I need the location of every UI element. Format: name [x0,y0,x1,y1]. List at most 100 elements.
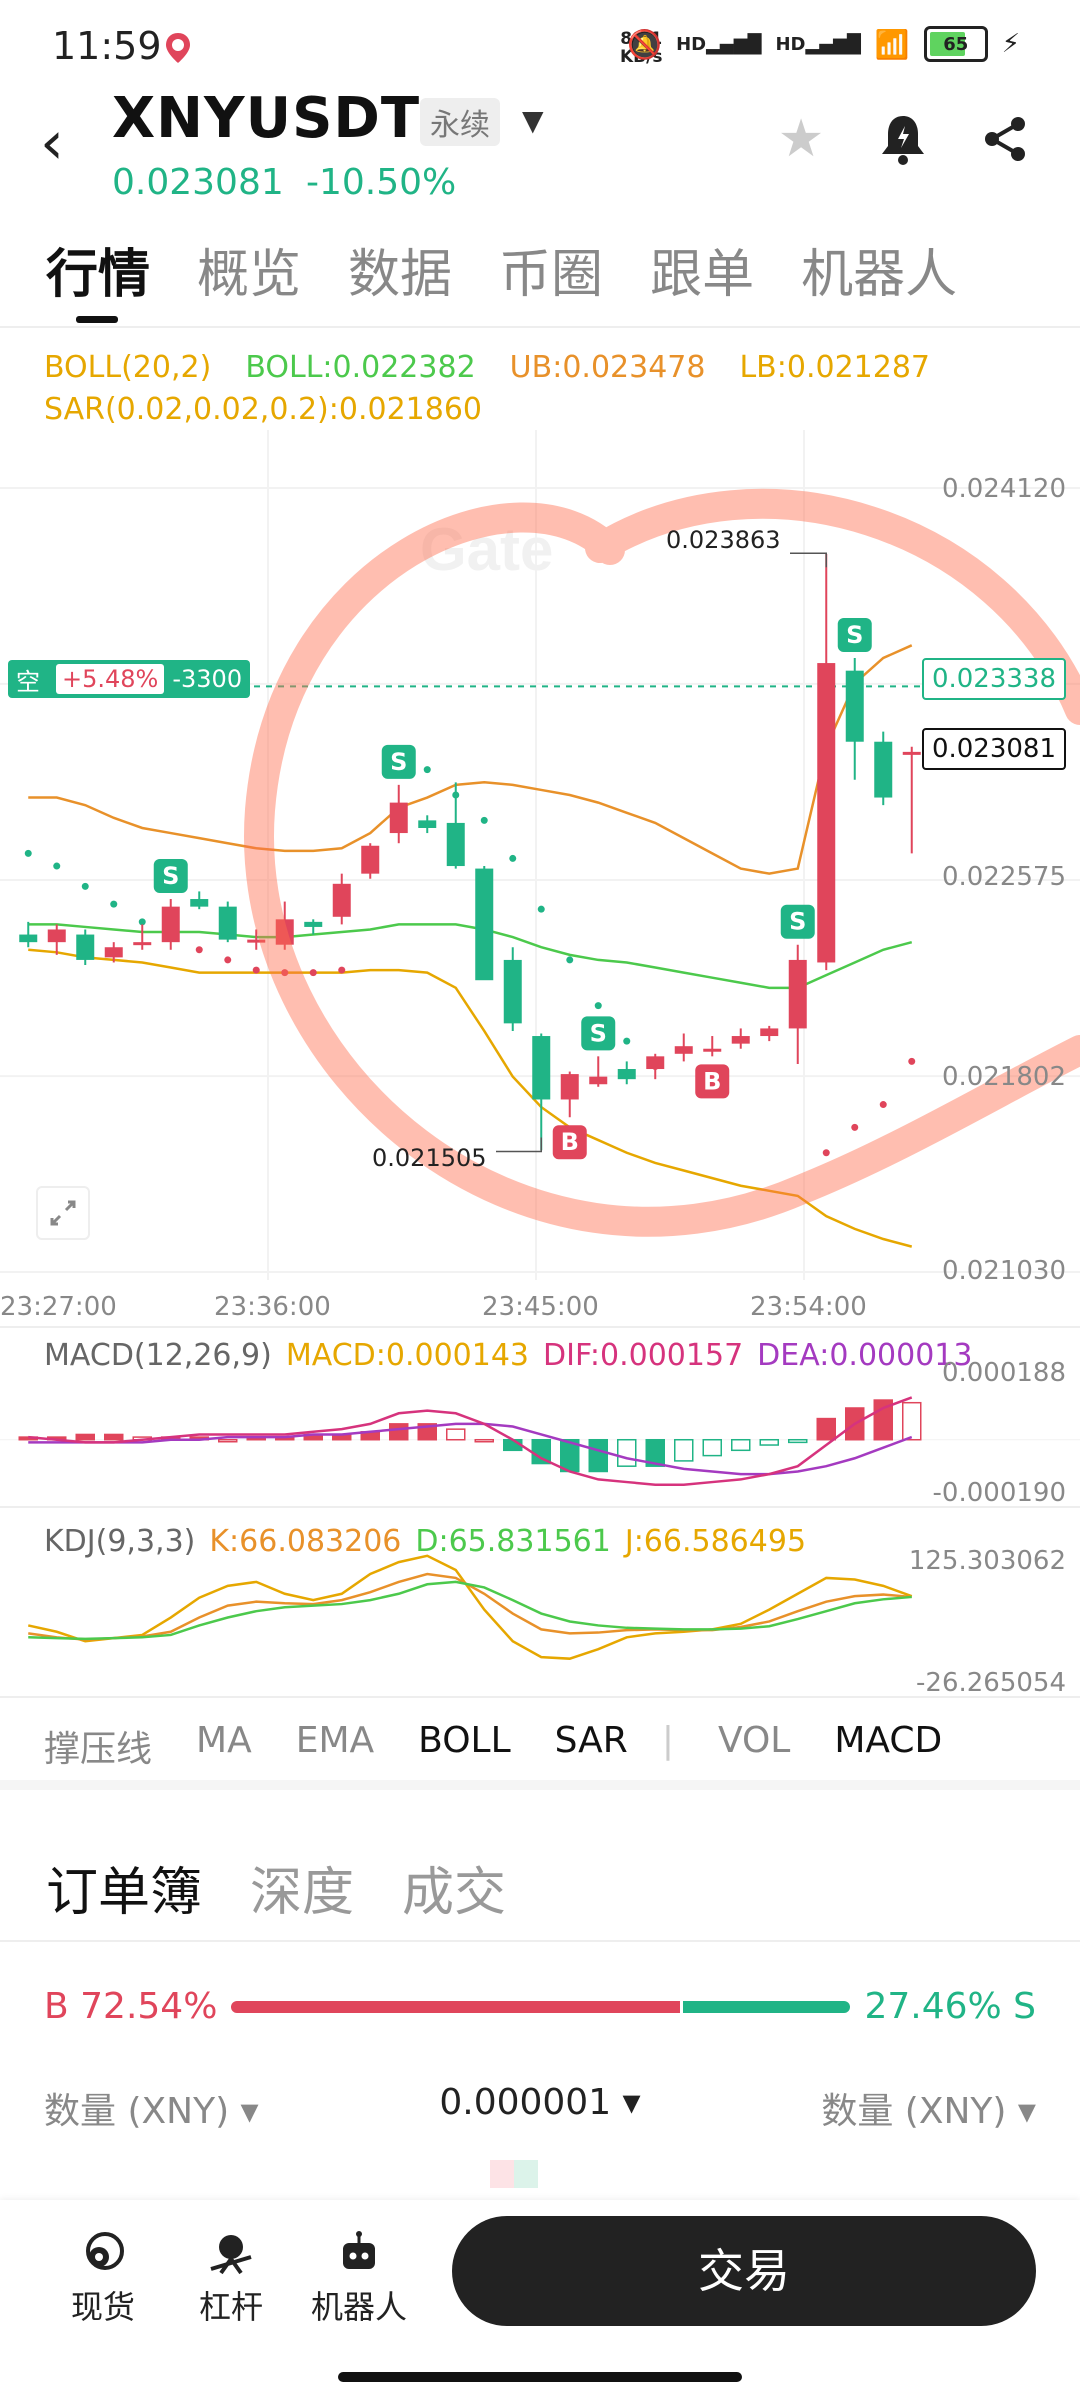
macd-bar [389,1423,409,1441]
tab-data[interactable]: 数据 [348,232,452,307]
nav-bot-label: 机器人 [310,2288,407,2326]
kdj-max-label: 125.303062 [908,1546,1066,1576]
candle-body [475,868,494,981]
symbol-title[interactable]: XNYUSDT [112,86,420,151]
sar-dot [623,1037,631,1045]
price-change: -10.50% [306,162,457,203]
indicator-tab-macd[interactable]: MACD [834,1720,942,1772]
macd-bar [446,1428,466,1441]
indicator-tab-ema[interactable]: EMA [296,1720,374,1772]
buy-ratio-label: B 72.54% [44,1986,218,2027]
favorite-star-icon[interactable]: ★ [770,108,832,170]
kdj-min-label: -26.265054 [916,1668,1066,1698]
boll-mid-value: BOLL:0.022382 [245,350,476,385]
indicator-tab-sar[interactable]: SAR [555,1720,628,1772]
macd-bar [474,1438,494,1443]
candle-body [788,959,807,1029]
home-indicator[interactable] [338,2372,742,2382]
sar-dot [594,1002,602,1010]
contract-badge: 永续 [420,98,500,146]
sar-dot [138,918,146,926]
precision-select[interactable]: 0.000001 ▾ [439,2082,640,2134]
nav-spot-label: 现货 [70,2288,135,2326]
marker-label: B [703,1067,721,1095]
section-gap [0,1780,1080,1790]
status-time: 11:59 [52,24,162,68]
indicator-tab-ma[interactable]: MA [196,1720,252,1772]
macd-chart [0,1396,1080,1486]
candle-body [760,1028,779,1037]
indicator-tab-vol[interactable]: VOL [718,1720,790,1772]
candle-body [218,906,237,940]
margin-icon [176,2216,286,2282]
position-side: 空 [16,667,40,696]
buy-bar [231,2000,681,2013]
candle-body [104,947,123,958]
candle-body [332,883,351,917]
ask-depth-hint [514,2160,538,2188]
tab-overview[interactable]: 概览 [197,232,301,307]
sar-dot [822,1149,830,1157]
low-leader-line [496,1137,542,1153]
tab-orderbook[interactable]: 订单簿 [46,1850,202,1925]
position-tag[interactable]: 空 +5.48% -3300 [8,660,251,698]
macd-name: MACD(12,26,9) [44,1338,272,1373]
back-button[interactable]: ‹ [40,108,64,178]
entry-price-tag: 0.023338 [921,658,1066,700]
macd-bar [617,1438,637,1467]
y-tick-label: 0.024120 [941,474,1066,504]
candle-body [560,1074,579,1100]
share-icon[interactable] [974,108,1036,170]
sar-dot [252,966,260,974]
marker-label: S [789,908,806,936]
marker-label: S [162,862,179,890]
nav-spot[interactable]: 现货 [48,2216,158,2328]
divider [0,1940,1080,1942]
candle-body [503,959,522,1024]
sar-dot [423,766,431,774]
macd-legend: MACD(12,26,9) MACD:0.000143 DIF:0.000157… [44,1338,972,1373]
tab-market[interactable]: 行情 [46,232,150,307]
macd-bar [674,1438,694,1462]
marker-label: B [561,1128,579,1156]
sar-dot [81,882,89,890]
candlestick-chart[interactable]: GateSSBSBSS [0,430,1080,1310]
location-icon [160,30,196,66]
macd-bar [759,1438,779,1446]
indicator-tab-boll[interactable]: BOLL [418,1720,511,1772]
sar-dot [879,1101,887,1109]
candle-body [646,1056,665,1070]
macd-bar [588,1438,608,1473]
indicator-tab-sr[interactable]: 撑压线 [44,1720,152,1772]
tab-copy-trading[interactable]: 跟单 [650,232,754,307]
status-bar: 11:59 89.1 KB/s 🔕 HD▂▄▆█ HD▂▄▆█ 📶 65 ⚡ [0,0,1080,96]
tab-depth[interactable]: 深度 [250,1850,354,1925]
kdj-j-line [27,1554,913,1660]
expand-icon[interactable] [36,1186,90,1240]
tab-feed[interactable]: 币圈 [499,232,603,307]
x-tick-label: 23:36:00 [214,1292,331,1322]
y-tick-label: 0.021802 [941,1062,1066,1092]
qty-column-left[interactable]: 数量 (XNY) ▾ [44,2082,259,2134]
nav-margin-label: 杠杆 [198,2288,263,2326]
orderbook-tabs: 订单簿 深度 成交 [46,1850,506,1925]
trade-button[interactable]: 交易 [452,2216,1036,2326]
tab-trades[interactable]: 成交 [402,1850,506,1925]
candle-body [418,820,437,828]
macd-value: MACD:0.000143 [285,1338,530,1373]
tab-indicator [76,316,118,323]
tab-bots[interactable]: 机器人 [801,232,957,307]
high-price-label: 0.023863 [666,526,781,554]
nav-bot[interactable]: 机器人 [304,2216,414,2328]
low-price-label: 0.021505 [372,1144,487,1172]
sar-dot [509,854,517,862]
nav-margin[interactable]: 杠杆 [176,2216,286,2328]
charging-icon: ⚡ [1001,29,1020,59]
divider [0,1696,1080,1698]
chevron-down-icon[interactable]: ▼ [522,104,544,137]
macd-bar [75,1433,95,1441]
qty-column-right[interactable]: 数量 (XNY) ▾ [821,2082,1036,2134]
position-qty: -3300 [172,665,243,693]
orderbook-header: 数量 (XNY) ▾ 0.000001 ▾ 数量 (XNY) ▾ [44,2082,1036,2134]
alert-bell-icon[interactable] [872,108,934,170]
